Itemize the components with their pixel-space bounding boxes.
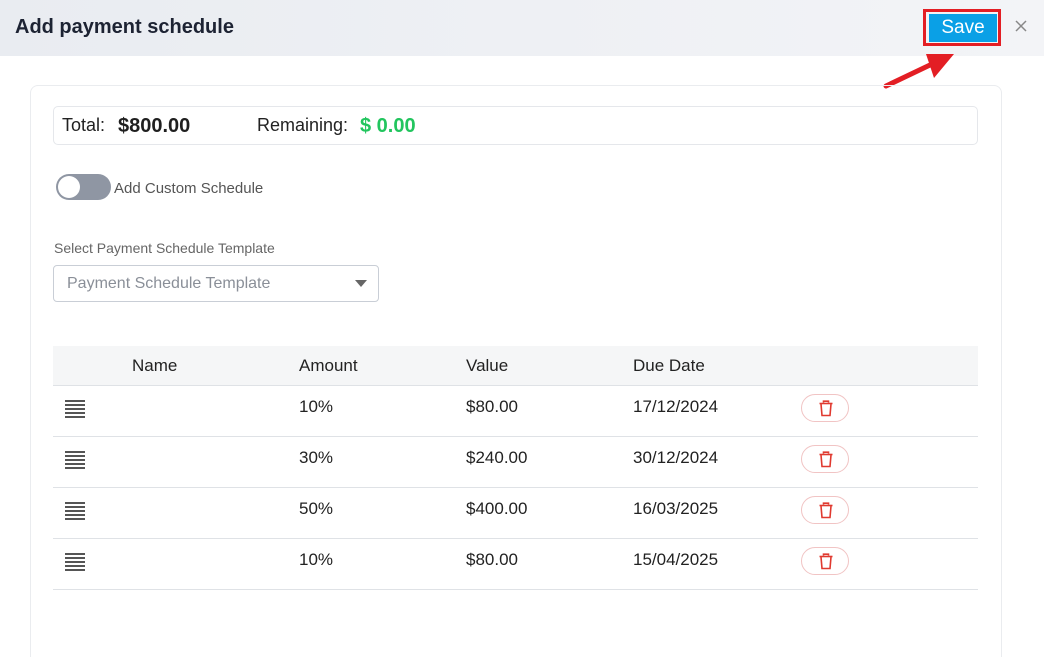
table-row: 30% $240.00 30/12/2024 [53, 437, 978, 488]
remaining-label: Remaining: [257, 115, 349, 135]
row-due-date: 30/12/2024 [633, 448, 719, 467]
table-row: 10% $80.00 15/04/2025 [53, 539, 978, 590]
column-header-name: Name [132, 356, 178, 375]
table-row: 50% $400.00 16/03/2025 [53, 488, 978, 539]
template-select[interactable]: Payment Schedule Template [53, 265, 379, 302]
row-due-date: 17/12/2024 [633, 397, 719, 416]
row-amount: 10% [299, 550, 334, 569]
drag-handle-icon[interactable] [65, 502, 85, 520]
drag-handle-icon[interactable] [65, 451, 85, 469]
trash-icon [819, 502, 833, 519]
column-header-value: Value [466, 356, 509, 375]
delete-row-button[interactable] [801, 394, 849, 422]
row-amount: 30% [299, 448, 334, 467]
trash-icon [819, 451, 833, 468]
close-icon[interactable] [1012, 17, 1030, 35]
row-amount: 10% [299, 397, 334, 416]
template-select-placeholder: Payment Schedule Template [67, 275, 271, 292]
table-row: 10% $80.00 17/12/2024 [53, 386, 978, 437]
delete-row-button[interactable] [801, 547, 849, 575]
toggle-knob [58, 176, 80, 198]
custom-schedule-toggle[interactable] [56, 174, 111, 200]
delete-row-button[interactable] [801, 496, 849, 524]
row-amount: 50% [299, 499, 334, 518]
custom-schedule-label: Add Custom Schedule [114, 180, 264, 197]
table-header: Name Amount Value Due Date [53, 346, 978, 386]
trash-icon [819, 400, 833, 417]
row-value: $80.00 [466, 397, 518, 416]
dialog-title: Add payment schedule [15, 16, 234, 38]
row-due-date: 15/04/2025 [633, 550, 719, 569]
chevron-down-icon [355, 280, 367, 287]
column-header-due-date: Due Date [633, 356, 705, 375]
row-due-date: 16/03/2025 [633, 499, 719, 518]
remaining-value: $ 0.00 [360, 115, 416, 137]
template-select-label: Select Payment Schedule Template [54, 240, 275, 256]
row-value: $240.00 [466, 448, 528, 467]
drag-handle-icon[interactable] [65, 400, 85, 418]
total-value: $800.00 [118, 115, 191, 137]
delete-row-button[interactable] [801, 445, 849, 473]
totals-summary: Total: $800.00 Remaining: $ 0.00 [53, 106, 978, 145]
column-header-amount: Amount [299, 356, 358, 375]
row-value: $400.00 [466, 499, 528, 518]
trash-icon [819, 553, 833, 570]
total-label: Total: [62, 115, 106, 135]
row-value: $80.00 [466, 550, 518, 569]
drag-handle-icon[interactable] [65, 553, 85, 571]
save-button[interactable]: Save [929, 14, 997, 42]
